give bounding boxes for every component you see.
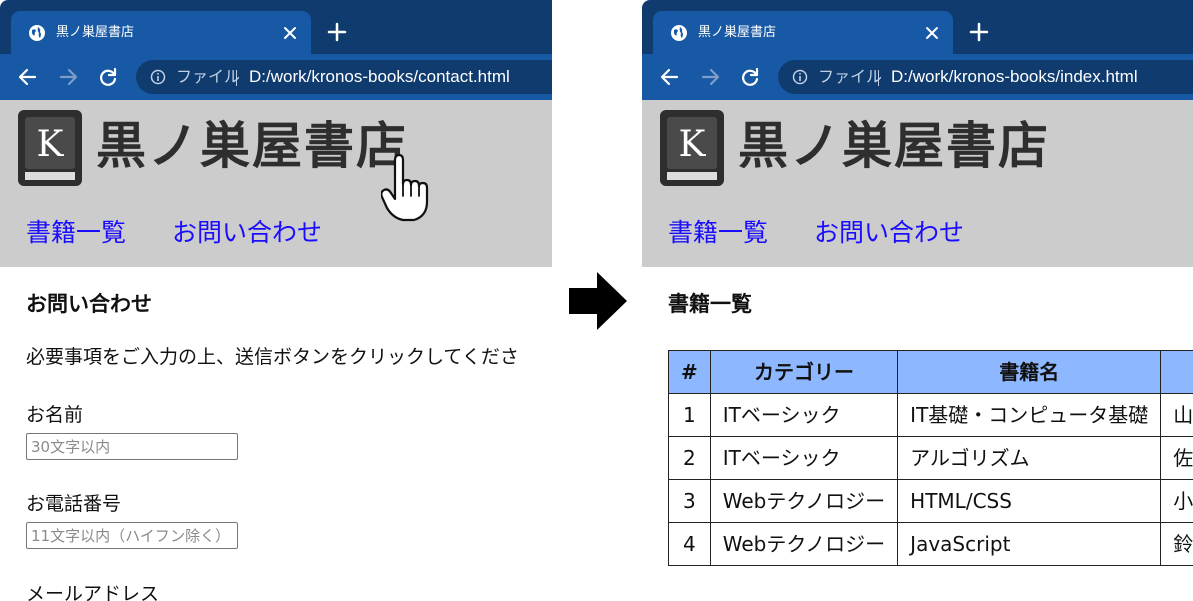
forward-arrow-icon[interactable] [699, 66, 721, 88]
tab-title: 黒ノ巣屋書店 [698, 25, 777, 40]
cell-title: IT基礎・コンピュータ基礎 [897, 393, 1162, 437]
table-row: 1 ITベーシック IT基礎・コンピュータ基礎 山 [668, 393, 1193, 437]
cell-title: JavaScript [897, 522, 1162, 566]
site-header: K 黒ノ巣屋書店 書籍一覧 お問い合わせ [642, 100, 1193, 267]
book-list-section: 書籍一覧 [668, 290, 1193, 318]
info-icon[interactable] [792, 69, 808, 85]
intro-text: 必要事項をご入力の上、送信ボタンをクリックしてくださ [26, 346, 519, 368]
tab-strip: 黒ノ巣屋書店 [0, 0, 552, 54]
logo-letter: K [679, 124, 707, 165]
address-scheme-label: ファイル [818, 67, 883, 86]
cell-number: 3 [668, 479, 711, 523]
nav-link-book-list[interactable]: 書籍一覧 [26, 218, 126, 248]
logo-text[interactable]: 黒ノ巣屋書店 [96, 116, 408, 176]
phone-field[interactable] [26, 522, 238, 549]
close-icon[interactable] [281, 24, 299, 42]
tab-strip: 黒ノ巣屋書店 [642, 0, 1193, 54]
browser-window-contact: 黒ノ巣屋書店 ファイル D:/work/kronos-books/contact… [0, 0, 552, 601]
back-arrow-icon[interactable] [659, 66, 681, 88]
name-field[interactable] [26, 433, 238, 460]
address-divider [236, 70, 237, 86]
globe-icon [29, 25, 45, 41]
plus-icon[interactable] [969, 22, 989, 42]
logo-letter: K [37, 124, 65, 165]
contact-form: お問い合わせ 必要事項をご入力の上、送信ボタンをクリックしてくださ お名前 お電… [26, 290, 552, 601]
globe-icon [671, 25, 687, 41]
reload-icon[interactable] [97, 66, 119, 88]
cell-number: 2 [668, 436, 711, 480]
right-arrow-icon [569, 272, 627, 330]
column-header-number: # [668, 350, 711, 394]
back-arrow-icon[interactable] [17, 66, 39, 88]
address-bar[interactable]: ファイル D:/work/kronos-books/contact.html [136, 60, 552, 94]
address-bar[interactable]: ファイル D:/work/kronos-books/index.html [778, 60, 1193, 94]
cell-title: アルゴリズム [897, 436, 1162, 480]
nav-link-contact[interactable]: お問い合わせ [172, 218, 322, 248]
cell-author: 鈴 [1160, 522, 1193, 566]
hand-pointer-icon [381, 154, 429, 222]
column-header-category: カテゴリー [709, 350, 899, 394]
nav-link-book-list[interactable]: 書籍一覧 [668, 218, 768, 248]
book-table: # カテゴリー 書籍名 1 ITベーシック IT基礎・コンピュータ基礎 山 2 … [668, 350, 1193, 566]
plus-icon[interactable] [327, 22, 347, 42]
address-url[interactable]: D:/work/kronos-books/index.html [891, 67, 1138, 87]
cell-number: 4 [668, 522, 711, 566]
tab-title: 黒ノ巣屋書店 [56, 25, 135, 40]
page-viewport: K 黒ノ巣屋書店 書籍一覧 お問い合わせ 書籍一覧 # カテゴリー 書籍名 1 [642, 100, 1193, 601]
phone-label: お電話番号 [26, 493, 122, 515]
forward-arrow-icon[interactable] [57, 66, 79, 88]
cell-author: 山 [1160, 393, 1193, 437]
table-row: 4 Webテクノロジー JavaScript 鈴 [668, 522, 1193, 566]
info-icon[interactable] [150, 69, 166, 85]
browser-toolbar: ファイル D:/work/kronos-books/contact.html [0, 54, 552, 100]
name-label: お名前 [26, 404, 84, 426]
nav-link-contact[interactable]: お問い合わせ [814, 218, 964, 248]
cell-author: 佐 [1160, 436, 1193, 480]
logo-text[interactable]: 黒ノ巣屋書店 [738, 116, 1050, 176]
page-title: 書籍一覧 [668, 292, 752, 316]
table-header-row: # カテゴリー 書籍名 [668, 350, 1193, 394]
cell-category: ITベーシック [709, 436, 899, 480]
site-nav: 書籍一覧 お問い合わせ [26, 218, 368, 248]
browser-tab[interactable]: 黒ノ巣屋書店 [11, 11, 311, 54]
book-logo-icon[interactable]: K [658, 108, 726, 188]
column-header-author [1160, 350, 1193, 394]
close-icon[interactable] [923, 24, 941, 42]
page-viewport: K 黒ノ巣屋書店 書籍一覧 お問い合わせ お問い合わせ 必要事項をご入力の上、送信… [0, 100, 552, 601]
table-row: 3 Webテクノロジー HTML/CSS 小 [668, 479, 1193, 523]
cell-author: 小 [1160, 479, 1193, 523]
page-title: お問い合わせ [26, 292, 152, 316]
cell-title: HTML/CSS [897, 479, 1162, 523]
site-nav: 書籍一覧 お問い合わせ [668, 218, 1010, 248]
browser-tab[interactable]: 黒ノ巣屋書店 [653, 11, 953, 54]
cell-category: Webテクノロジー [709, 522, 899, 566]
column-header-title: 書籍名 [897, 350, 1162, 394]
book-logo-icon[interactable]: K [16, 108, 84, 188]
cell-category: ITベーシック [709, 393, 899, 437]
address-scheme-label: ファイル [176, 67, 241, 86]
cell-category: Webテクノロジー [709, 479, 899, 523]
browser-toolbar: ファイル D:/work/kronos-books/index.html [642, 54, 1193, 100]
address-divider [878, 70, 879, 86]
table-row: 2 ITベーシック アルゴリズム 佐 [668, 436, 1193, 480]
email-label: メールアドレス [26, 583, 160, 601]
reload-icon[interactable] [739, 66, 761, 88]
cell-number: 1 [668, 393, 711, 437]
site-header: K 黒ノ巣屋書店 書籍一覧 お問い合わせ [0, 100, 552, 267]
browser-window-index: 黒ノ巣屋書店 ファイル D:/work/kronos-books/index.h… [642, 0, 1193, 601]
address-url[interactable]: D:/work/kronos-books/contact.html [249, 67, 510, 87]
